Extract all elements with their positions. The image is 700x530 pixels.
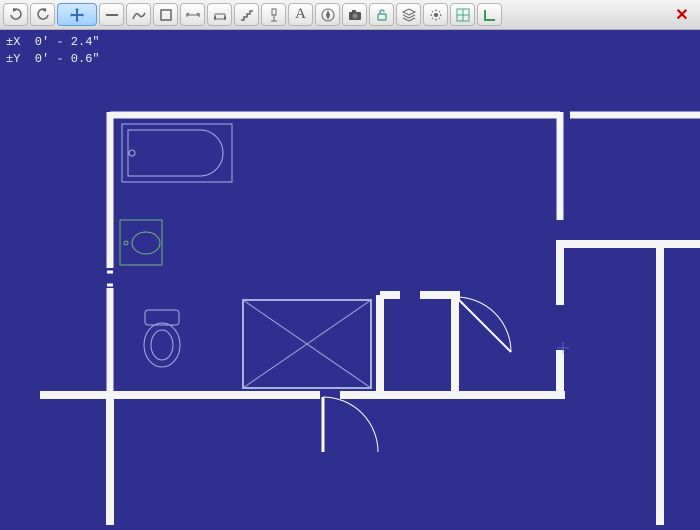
camera-tool-button[interactable]: [342, 3, 367, 26]
dimension-icon: [185, 7, 201, 23]
floorplan-svg: [0, 30, 700, 525]
move-tool-button[interactable]: [57, 3, 97, 26]
compass-tool-button[interactable]: [315, 3, 340, 26]
rect-tool-button[interactable]: [153, 3, 178, 26]
fixture-tool-button[interactable]: [261, 3, 286, 26]
redo-button[interactable]: [30, 3, 55, 26]
grid-button[interactable]: [450, 3, 475, 26]
settings-button[interactable]: [423, 3, 448, 26]
fixture-icon: [266, 7, 282, 23]
freehand-icon: [131, 7, 147, 23]
compass-icon: [320, 7, 336, 23]
camera-icon: [347, 7, 363, 23]
grid-icon: [455, 7, 471, 23]
corner-icon: [482, 7, 498, 23]
toolbar: A ✕: [0, 0, 700, 30]
redo-icon: [35, 7, 51, 23]
undo-button[interactable]: [3, 3, 28, 26]
layers-button[interactable]: [396, 3, 421, 26]
stairs-icon: [239, 7, 255, 23]
lock-button[interactable]: [369, 3, 394, 26]
unlock-icon: [374, 7, 390, 23]
line-tool-button[interactable]: [99, 3, 124, 26]
close-button[interactable]: ✕: [671, 5, 693, 25]
stairs-tool-button[interactable]: [234, 3, 259, 26]
drawing-canvas[interactable]: [0, 30, 700, 525]
rect-icon: [158, 7, 174, 23]
line-icon: [104, 7, 120, 23]
layers-icon: [401, 7, 417, 23]
text-tool-button[interactable]: A: [288, 3, 313, 26]
freehand-tool-button[interactable]: [126, 3, 151, 26]
move-icon: [69, 7, 85, 23]
undo-icon: [8, 7, 24, 23]
dimension-tool-button[interactable]: [180, 3, 205, 26]
corner-button[interactable]: [477, 3, 502, 26]
sofa-icon: [212, 7, 228, 23]
furniture-tool-button[interactable]: [207, 3, 232, 26]
gear-icon: [428, 7, 444, 23]
